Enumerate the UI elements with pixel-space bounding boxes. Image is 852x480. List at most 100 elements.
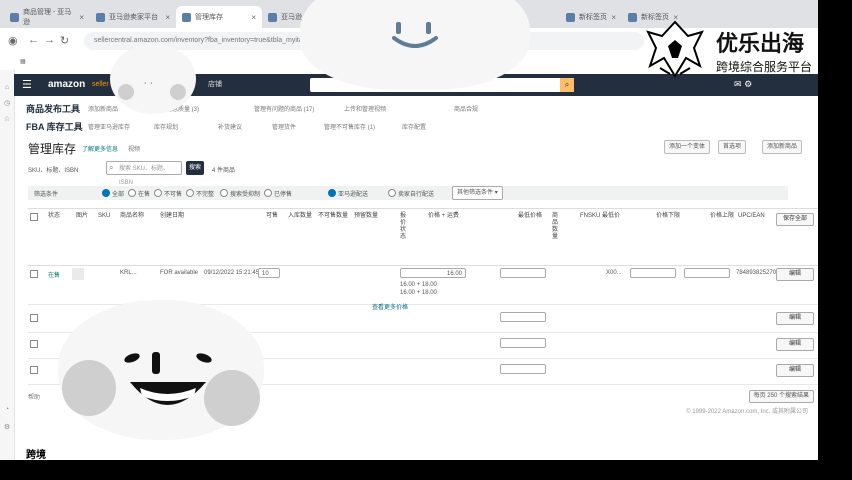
tool-link[interactable]: 管理货件 — [272, 122, 296, 131]
column-header[interactable]: SKU — [98, 213, 110, 220]
tool-link[interactable]: 库存规划 — [154, 122, 178, 131]
product-thumbnail[interactable] — [72, 268, 84, 280]
min-price-input[interactable] — [500, 364, 546, 374]
floor-price-input[interactable] — [630, 268, 676, 278]
tool-link[interactable]: 管理不可售库存 (1) — [324, 122, 375, 131]
settings-icon[interactable]: ⚙ — [3, 424, 11, 432]
sticker-blush — [62, 360, 116, 416]
column-header[interactable]: 不可售数量 — [318, 213, 348, 220]
apps-icon[interactable]: ▦ — [20, 58, 26, 65]
browser-tab-active[interactable]: 管理库存 × — [176, 6, 262, 28]
column-header[interactable]: 价格上限 — [710, 213, 734, 220]
min-price-input[interactable] — [500, 268, 546, 278]
tab-label: 商品管理 - 亚马逊 — [23, 9, 72, 26]
tool-link[interactable]: 管理亚马逊库存 — [88, 122, 130, 131]
tool-link[interactable]: 库存配置 — [402, 122, 426, 131]
settings-icon[interactable]: ⚙ — [744, 79, 752, 89]
browser-tab[interactable]: 商品管理 - 亚马逊 × — [4, 6, 90, 28]
edit-button[interactable]: 编辑 — [776, 312, 814, 325]
min-price-input[interactable] — [500, 312, 546, 322]
page-size-select[interactable]: 每页 250 个搜索结果 — [748, 390, 814, 403]
sku-cell[interactable]: KRL... — [120, 270, 137, 276]
edit-button[interactable]: 编辑 — [776, 268, 814, 281]
amazon-logo[interactable]: amazon — [48, 79, 85, 90]
row-checkbox[interactable] — [30, 366, 38, 374]
edit-button[interactable]: 编辑 — [776, 364, 814, 377]
column-header[interactable]: 状态 — [48, 213, 60, 220]
inventory-search-input[interactable]: 搜索 SKU、标题、ISBN — [106, 161, 182, 186]
history-icon[interactable]: ◔ — [3, 406, 11, 414]
column-header[interactable]: 商品数量 — [552, 213, 560, 241]
clock-icon[interactable]: ◷ — [3, 100, 11, 108]
learn-more-link[interactable]: 了解更多信息 — [82, 144, 118, 153]
filter-inactive[interactable]: 已停售 — [264, 189, 292, 198]
row-checkbox[interactable] — [30, 270, 38, 278]
column-header[interactable]: 可售 — [266, 213, 278, 220]
search-scope-select[interactable]: SKU、标题、ISBN — [28, 165, 78, 174]
search-button[interactable]: 搜索 — [186, 161, 204, 175]
tab-label: 亚马逊 — [281, 14, 302, 21]
back-icon[interactable]: ← — [28, 34, 39, 46]
row-checkbox[interactable] — [30, 340, 38, 348]
menu-icon[interactable]: ☰ — [22, 78, 32, 91]
store-selector[interactable]: 店铺 — [208, 79, 222, 89]
column-header[interactable]: 最低价 — [602, 213, 620, 220]
close-icon[interactable]: × — [251, 13, 256, 22]
filter-active[interactable]: 在售 — [128, 189, 150, 198]
fba-tools-label: FBA 库存工具 — [26, 122, 83, 132]
close-icon[interactable]: × — [165, 13, 170, 22]
filter-unsellable[interactable]: 不可售 — [154, 189, 182, 198]
column-header[interactable]: 价格下限 — [656, 213, 680, 220]
filter-fba[interactable]: 亚马逊配送 — [328, 189, 368, 198]
filter-all[interactable]: 全部 — [102, 189, 124, 198]
column-header[interactable]: 预留数量 — [354, 213, 378, 220]
close-icon[interactable]: × — [79, 13, 84, 22]
column-header[interactable]: 图片 — [76, 213, 88, 220]
available-input[interactable]: 10 — [258, 268, 280, 278]
add-variation-button[interactable]: 添加一个变体 — [664, 140, 711, 154]
profile-icon[interactable]: ◉ — [8, 34, 18, 47]
browser-tab[interactable]: 新标签页 × — [560, 6, 622, 28]
column-header[interactable]: 报价状态 — [400, 213, 408, 241]
edit-button[interactable]: 编辑 — [776, 338, 814, 351]
price-input[interactable]: 16.00 — [400, 268, 466, 278]
column-header[interactable]: 价格 + 运费 — [428, 213, 459, 220]
column-header[interactable]: 入库数量 — [288, 213, 312, 220]
tool-link[interactable]: 补货建议 — [218, 122, 242, 131]
result-count: 4 件商品 — [212, 168, 236, 174]
video-link[interactable]: 视频 — [128, 144, 140, 153]
close-icon[interactable]: × — [611, 13, 616, 22]
more-filters-dropdown[interactable]: 其他筛选条件 ▾ — [452, 186, 503, 200]
mail-icon[interactable]: ✉ — [734, 79, 742, 89]
column-header[interactable]: 最低价格 — [518, 213, 542, 220]
preferences-button[interactable]: 首选项 — [718, 140, 747, 154]
column-header[interactable]: FNSKU — [580, 213, 600, 220]
tool-link[interactable]: 上传和管理视频 — [344, 104, 386, 113]
fnsku-cell: X00... — [606, 270, 622, 276]
tool-link[interactable]: 管理有问题的商品 (17) — [254, 104, 314, 113]
filter-fbm[interactable]: 卖家自行配送 — [388, 189, 434, 198]
browser-tab[interactable]: 亚马逊卖家平台 × — [90, 6, 176, 28]
column-header[interactable]: UPC/EAN — [738, 213, 765, 220]
save-all-button[interactable]: 保存全部 — [776, 213, 814, 226]
star-icon[interactable]: ☆ — [3, 116, 11, 124]
search-icon[interactable]: ⌕ — [560, 78, 574, 92]
column-header[interactable]: 商品名称 — [120, 213, 144, 220]
filter-incomplete[interactable]: 不完整 — [186, 189, 214, 198]
column-header[interactable]: 创建日期 — [160, 213, 184, 220]
reload-icon[interactable]: ↻ — [60, 34, 69, 47]
select-all-checkbox[interactable] — [30, 213, 38, 221]
title-cell[interactable]: FOR available — [160, 270, 198, 276]
help-link[interactable]: 帮助 — [28, 392, 40, 401]
filter-suppressed[interactable]: 搜索受抑制 — [220, 189, 260, 198]
add-product-button[interactable]: 添加新商品 — [762, 140, 803, 154]
ceiling-price-input[interactable] — [684, 268, 730, 278]
forward-icon[interactable]: → — [44, 34, 55, 46]
tab-label: 亚马逊卖家平台 — [109, 14, 158, 21]
tool-link[interactable]: 添加新商品 — [88, 104, 118, 113]
min-price-input[interactable] — [500, 338, 546, 348]
tool-link[interactable]: 商品合规 — [454, 104, 478, 113]
favicon-icon — [96, 12, 105, 22]
row-checkbox[interactable] — [30, 314, 38, 322]
home-icon[interactable]: ⌂ — [3, 84, 11, 92]
